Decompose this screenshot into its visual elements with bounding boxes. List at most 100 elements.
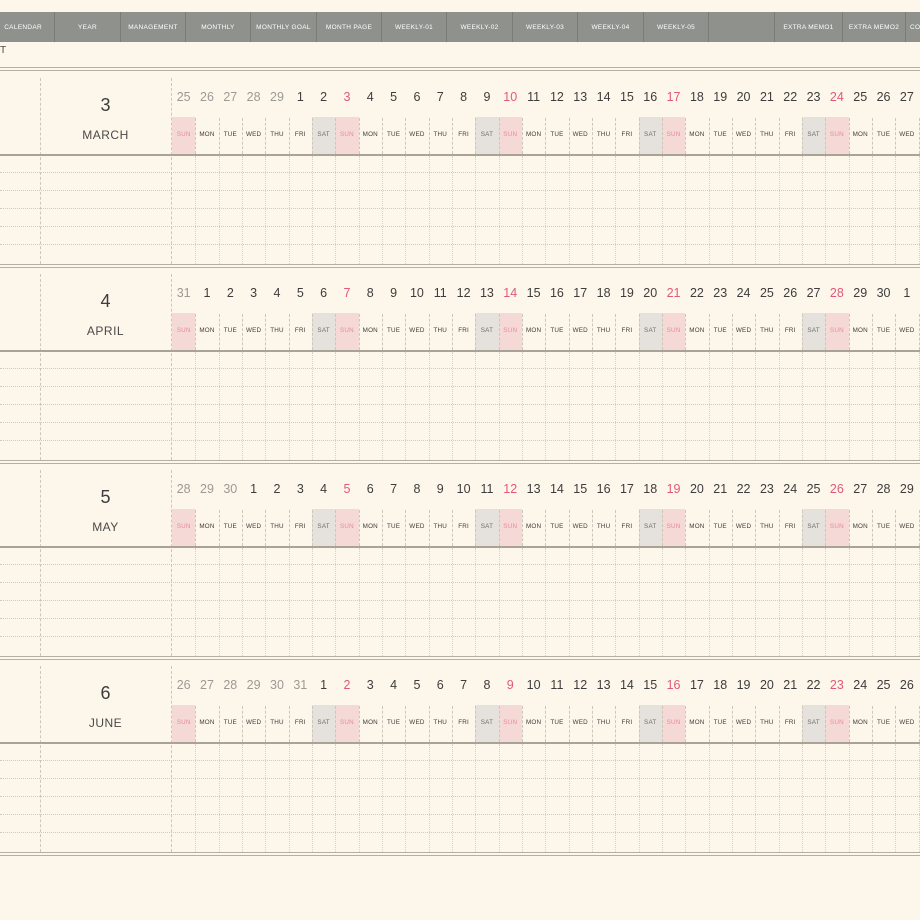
day-divider (801, 314, 803, 350)
date-number: 5 (343, 482, 351, 496)
day-divider (568, 118, 570, 154)
day-divider (311, 314, 313, 350)
date-number: 1 (903, 286, 911, 300)
date-number: 29 (853, 286, 868, 300)
weekday-label: TUE (713, 131, 727, 138)
nav-tab-extra-memo2[interactable]: EXTRA MEMO2 (843, 12, 906, 42)
day-divider (195, 118, 197, 154)
nav-tab-monthly-goal[interactable]: MONTHLY GOAL (251, 12, 317, 42)
nav-tab-weekly-04[interactable]: WEEKLY-04 (578, 12, 644, 42)
nav-tab-blank (709, 12, 775, 42)
day-divider (288, 706, 290, 742)
date-number: 23 (806, 90, 821, 104)
day-divider (848, 510, 850, 546)
day-divider (521, 314, 523, 350)
date-number: 18 (643, 482, 658, 496)
month-header-rule (0, 350, 920, 352)
day-divider (848, 314, 850, 350)
date-number: 29 (246, 678, 261, 692)
day-divider (311, 510, 313, 546)
day-divider (615, 706, 617, 742)
date-number: 3 (296, 482, 304, 496)
weekday-label: FRI (294, 131, 306, 138)
day-divider (265, 118, 267, 154)
weekday-label: TUE (713, 719, 727, 726)
nav-tab-monthly[interactable]: MONTHLY (186, 12, 251, 42)
day-divider (918, 118, 920, 154)
day-divider (801, 118, 803, 154)
month-block-divider (0, 264, 920, 268)
weekday-label: WED (245, 327, 262, 334)
date-number: 7 (436, 90, 444, 104)
date-number: 19 (666, 482, 681, 496)
day-divider (381, 118, 383, 154)
day-divider (218, 510, 220, 546)
date-number: 17 (666, 90, 681, 104)
weekday-label: THU (433, 327, 448, 334)
day-divider (685, 314, 687, 350)
weekday-label: MON (525, 131, 542, 138)
memo-row-line (0, 422, 920, 423)
day-divider (475, 510, 477, 546)
nav-tab-management[interactable]: MANAGEMENT (121, 12, 186, 42)
date-number: 21 (783, 678, 798, 692)
weekday-label: TUE (876, 327, 891, 334)
day-divider (731, 118, 733, 154)
day-divider (685, 510, 687, 546)
day-divider (405, 118, 407, 154)
nav-tab-co[interactable]: CO (906, 12, 920, 42)
weekday-label: WED (409, 719, 425, 726)
weekday-label: WED (899, 131, 915, 138)
date-number: 13 (573, 90, 588, 104)
day-divider (755, 314, 757, 350)
weekday-label: THU (433, 523, 448, 530)
date-number: 23 (713, 286, 728, 300)
day-divider (451, 706, 453, 742)
day-divider (895, 314, 897, 350)
day-divider (381, 510, 383, 546)
date-number: 5 (296, 286, 304, 300)
date-number: 10 (456, 482, 471, 496)
nav-tab-extra-memo1[interactable]: EXTRA MEMO1 (775, 12, 843, 42)
weekday-label: SUN (829, 327, 844, 334)
weekday-label: FRI (621, 327, 633, 334)
nav-tab-weekly-02[interactable]: WEEKLY-02 (447, 12, 513, 42)
weekday-label: SAT (807, 523, 820, 530)
nav-tab-month-page[interactable]: MONTH PAGE (317, 12, 382, 42)
weekday-label: SAT (644, 131, 657, 138)
day-divider (685, 118, 687, 154)
nav-tab-weekly-03[interactable]: WEEKLY-03 (513, 12, 578, 42)
date-number: 10 (409, 286, 424, 300)
nav-tab-calendar[interactable]: CALENDAR (0, 12, 55, 42)
weekday-label: MON (199, 523, 215, 530)
day-divider (521, 118, 523, 154)
date-number: 12 (456, 286, 471, 300)
nav-tab-year[interactable]: YEAR (55, 12, 121, 42)
weekday-label: THU (760, 327, 774, 334)
date-number: 11 (550, 678, 564, 692)
weekday-label: TUE (223, 327, 237, 334)
date-number: 20 (736, 90, 751, 104)
day-divider (591, 314, 593, 350)
day-divider (755, 118, 757, 154)
date-number: 29 (200, 482, 214, 496)
date-number: 3 (366, 678, 374, 692)
nav-tab-weekly-05[interactable]: WEEKLY-05 (644, 12, 709, 42)
month-header-rule (0, 546, 920, 548)
date-number: 25 (176, 90, 191, 104)
weekday-label: SUN (503, 523, 518, 530)
weekday-label: SAT (644, 523, 657, 530)
weekday-label: SAT (480, 719, 494, 726)
date-number: 27 (899, 90, 914, 104)
memo-row-line (0, 796, 920, 797)
date-number: 11 (480, 482, 494, 496)
day-divider (825, 706, 827, 742)
nav-tab-weekly-01[interactable]: WEEKLY-01 (382, 12, 447, 42)
weekday-label: SUN (503, 131, 518, 138)
date-number: 13 (479, 286, 494, 300)
day-divider (615, 510, 617, 546)
label-divider (40, 666, 41, 852)
date-number: 18 (596, 286, 611, 300)
weekday-label: THU (433, 719, 448, 726)
day-divider (265, 314, 267, 350)
